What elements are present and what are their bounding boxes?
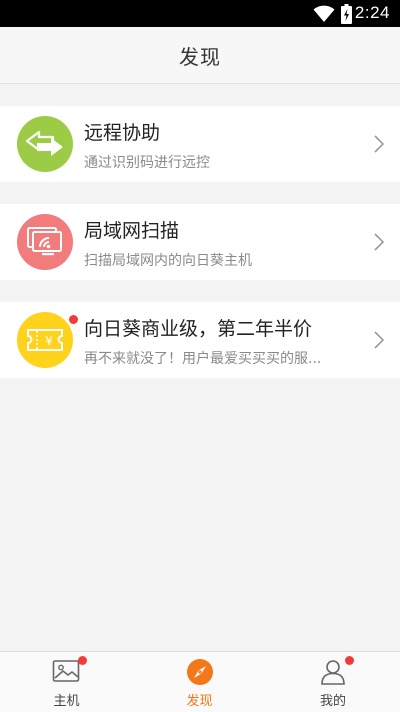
chevron-right-icon <box>374 233 385 255</box>
ticket-yen-icon: ¥ <box>17 312 73 368</box>
arrows-exchange-icon <box>17 116 73 172</box>
lan-scan-item[interactable]: 局域网扫描 扫描局域网内的向日葵主机 <box>0 204 400 280</box>
tab-label: 发现 <box>186 694 213 709</box>
item-title: 局域网扫描 <box>84 220 180 242</box>
bottom-tab-bar: 主机 发现 我的 <box>0 651 400 712</box>
notification-badge <box>345 656 354 665</box>
tab-discover[interactable]: 发现 <box>133 652 266 712</box>
item-title: 向日葵商业级，第二年半价 <box>84 318 313 340</box>
person-icon <box>319 658 347 690</box>
item-subtitle: 扫描局域网内的向日葵主机 <box>84 253 252 269</box>
chevron-right-icon <box>374 135 385 157</box>
item-subtitle: 通过识别码进行远控 <box>84 155 210 171</box>
wifi-icon <box>313 5 335 27</box>
tab-hosts[interactable]: 主机 <box>0 652 133 712</box>
remote-assist-item[interactable]: 远程协助 通过识别码进行远控 <box>0 106 400 182</box>
tab-me[interactable]: 我的 <box>266 652 400 712</box>
lan-scan-icon <box>17 214 73 270</box>
status-bar: 2:24 <box>0 0 400 27</box>
tab-label: 主机 <box>53 694 80 709</box>
notification-badge <box>78 656 87 665</box>
promotion-item[interactable]: ¥ 向日葵商业级，第二年半价 再不来就没了！用户最爱买买买的服... <box>0 302 400 378</box>
battery-charging-icon <box>341 4 352 28</box>
chevron-right-icon <box>374 331 385 353</box>
item-title: 远程协助 <box>84 122 161 144</box>
svg-text:¥: ¥ <box>45 334 53 348</box>
page-title: 发现 <box>179 44 221 69</box>
tab-label: 我的 <box>319 694 346 709</box>
app-header: 发现 <box>0 27 400 84</box>
item-subtitle: 再不来就没了！用户最爱买买买的服... <box>84 351 322 367</box>
clock: 2:24 <box>354 3 390 22</box>
picture-icon <box>52 658 82 688</box>
notification-badge <box>69 315 78 324</box>
compass-icon <box>186 658 214 690</box>
